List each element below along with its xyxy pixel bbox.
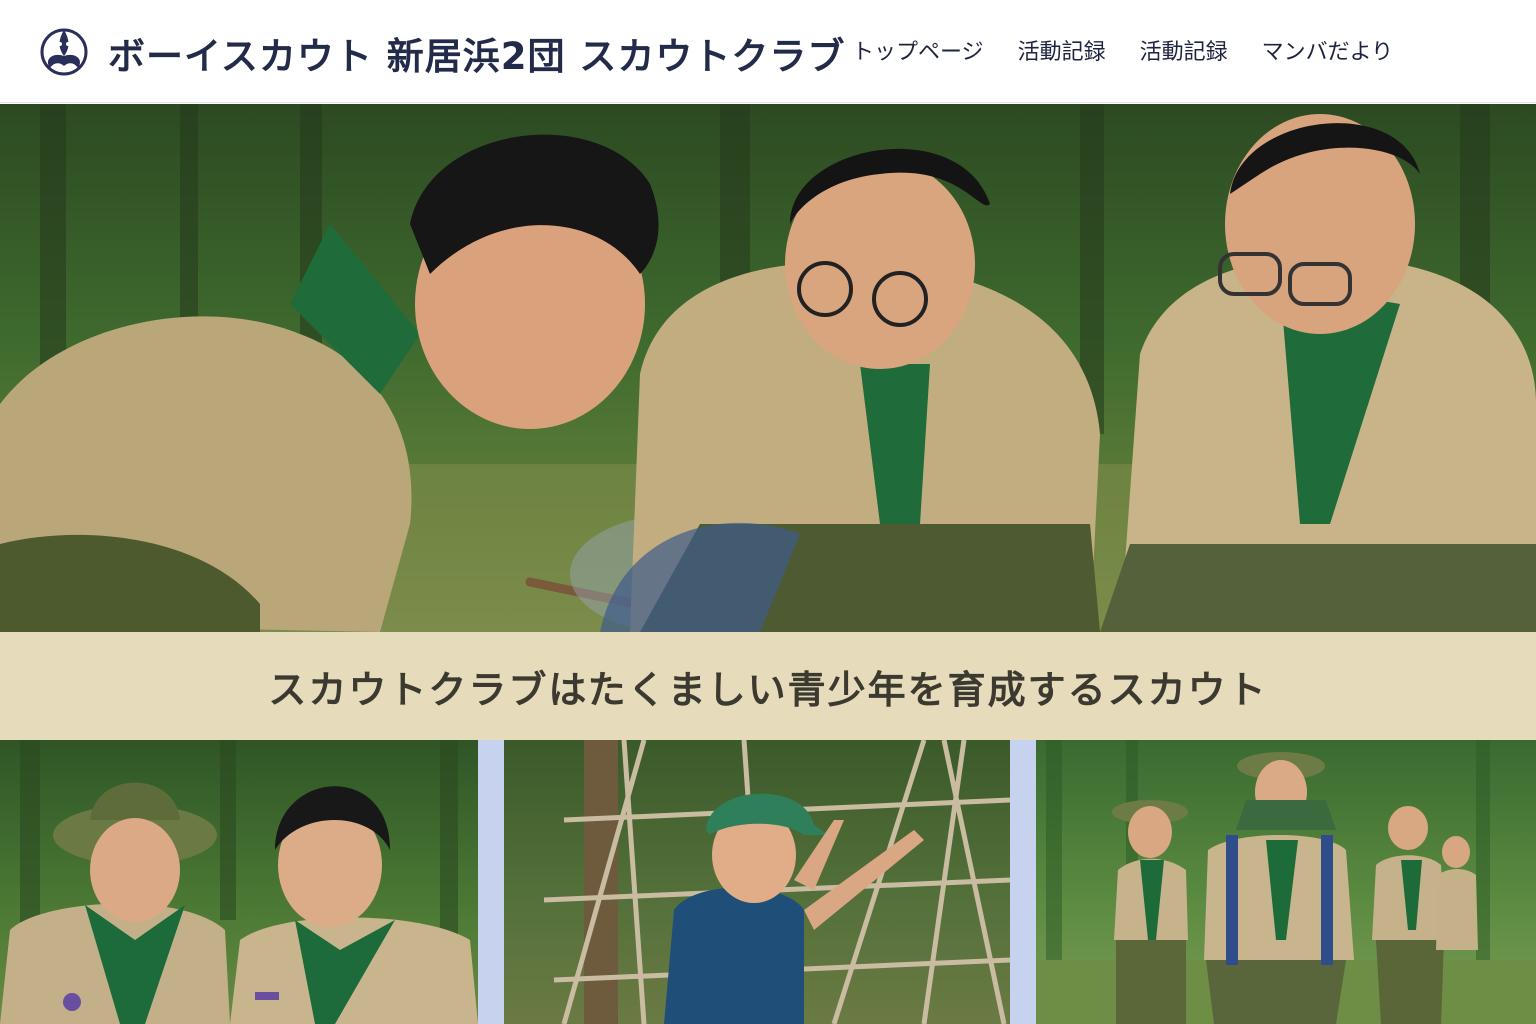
- child-climbing-rope-net-photo[interactable]: [504, 740, 1010, 1024]
- nav-item-top[interactable]: トップページ: [852, 34, 984, 66]
- fleur-de-lis-logo-icon[interactable]: [34, 22, 94, 86]
- tagline-text: スカウトクラブはたくましい青少年を育成するスカウト: [268, 667, 1268, 712]
- scouts-hiking-in-forest-photo[interactable]: [1036, 740, 1536, 1024]
- nav-item-newsletter[interactable]: マンバだより: [1262, 34, 1394, 66]
- photo-gallery: [0, 740, 1536, 1024]
- nav-item-activity-record-2[interactable]: 活動記録: [1140, 34, 1228, 66]
- hero-photo: [0, 104, 1536, 632]
- nav-item-activity-record[interactable]: 活動記録: [1018, 34, 1106, 66]
- site-header: ボーイスカウト 新居浜2団 スカウトクラブ トップページ 活動記録 活動記録 マ…: [0, 0, 1536, 103]
- main-nav: トップページ 活動記録 活動記録 マンバだより: [852, 34, 1393, 66]
- site-title: ボーイスカウト 新居浜2団 スカウトクラブ: [108, 35, 846, 78]
- tagline-banner: スカウトクラブはたくましい青少年を育成するスカウト: [0, 632, 1536, 740]
- two-smiling-scouts-photo[interactable]: [0, 740, 478, 1024]
